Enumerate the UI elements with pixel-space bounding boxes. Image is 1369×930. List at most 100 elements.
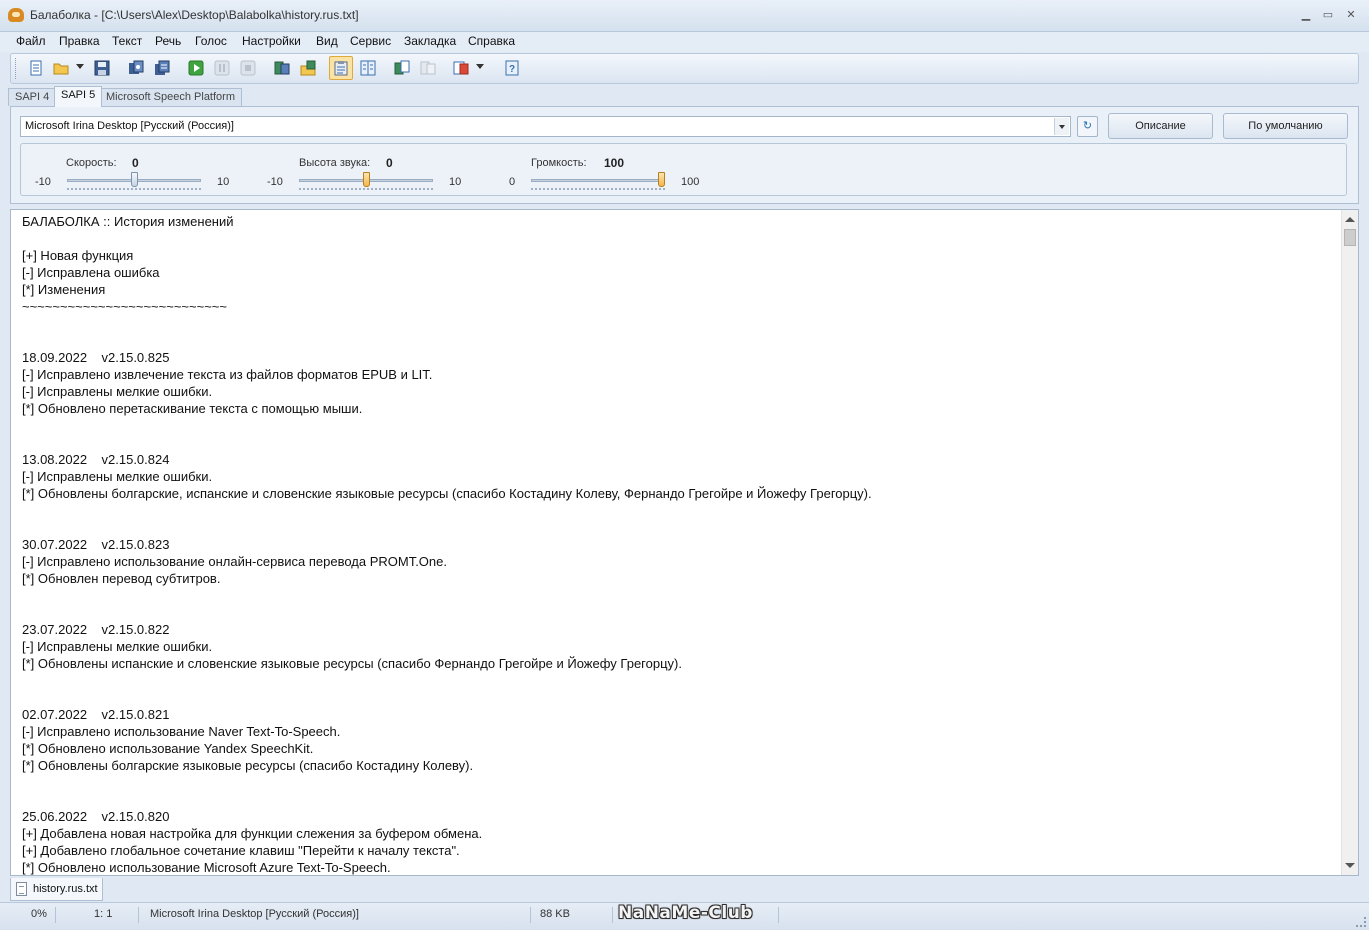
volume-label: Громкость: [531, 157, 587, 169]
text-line: [-] Исправлено извлечение текста из файл… [22, 367, 433, 382]
text-line: [*] Обновлен перевод субтитров. [22, 571, 221, 586]
window-title: Балаболка - [C:\Users\Alex\Desktop\Balab… [30, 8, 359, 22]
menu-text[interactable]: Текст [111, 34, 143, 48]
text-line: 23.07.2022 v2.15.0.822 [22, 622, 170, 637]
split-file-icon[interactable] [359, 59, 377, 77]
menu-bookmark[interactable]: Закладка [403, 34, 457, 48]
tab-speech-platform[interactable]: Microsoft Speech Platform [99, 88, 242, 106]
bookmark-dropdown-icon[interactable] [476, 64, 484, 69]
pause-icon[interactable] [213, 59, 231, 77]
text-line: ~~~~~~~~~~~~~~~~~~~~~~~~~~~ [22, 299, 227, 314]
bookmark-icon[interactable] [452, 59, 470, 77]
text-line: [-] Исправлены мелкие ошибки. [22, 384, 213, 399]
batch-convert-icon[interactable] [153, 59, 171, 77]
maximize-button[interactable]: ▭ [1319, 8, 1337, 22]
menu-help[interactable]: Справка [467, 34, 516, 48]
volume-slider-ticks [531, 188, 665, 191]
default-settings-button[interactable]: По умолчанию [1223, 113, 1348, 139]
menu-tools[interactable]: Сервис [349, 34, 392, 48]
status-separator [530, 907, 531, 923]
resize-grip-icon[interactable] [1356, 917, 1366, 927]
text-line: [-] Исправлена ошибка [22, 265, 160, 280]
menu-speech[interactable]: Речь [154, 34, 182, 48]
rate-min: -10 [35, 176, 51, 188]
voice-select-value: Microsoft Irina Desktop [Русский (Россия… [25, 120, 234, 132]
scroll-up-icon[interactable] [1345, 217, 1355, 222]
rate-max: 10 [217, 176, 230, 188]
scroll-down-icon[interactable] [1345, 863, 1355, 868]
app-logo-icon [8, 8, 24, 22]
close-button[interactable]: ✕ [1342, 8, 1360, 22]
save-audio-icon[interactable] [127, 59, 145, 77]
read-file-icon[interactable] [299, 59, 317, 77]
text-line: [+] Добавлена новая настройка для функци… [22, 826, 483, 841]
watch-clipboard-icon[interactable] [329, 56, 353, 80]
pitch-value: 0 [386, 156, 393, 170]
chevron-down-icon[interactable] [1054, 118, 1069, 135]
play-icon[interactable] [187, 59, 205, 77]
text-extract-icon[interactable] [393, 59, 411, 77]
status-bar: 0% 1: 1 Microsoft Irina Desktop [Русский… [0, 902, 1369, 930]
text-editor[interactable]: БАЛАБОЛКА :: История изменений[+] Новая … [10, 209, 1359, 876]
text-line: [-] Исправлены мелкие ошибки. [22, 639, 213, 654]
read-clipboard-icon[interactable] [273, 59, 291, 77]
status-separator [138, 907, 139, 923]
text-line: [*] Обновлено использование Yandex Speec… [22, 741, 314, 756]
status-voice: Microsoft Irina Desktop [Русский (Россия… [150, 908, 359, 920]
vertical-scrollbar[interactable] [1341, 210, 1358, 875]
scrollbar-thumb[interactable] [1344, 229, 1356, 246]
help-icon[interactable]: ? [503, 59, 521, 77]
text-line: [*] Обновлено использование Microsoft Az… [22, 860, 391, 875]
save-icon[interactable] [93, 59, 111, 77]
text-line [22, 332, 1332, 349]
menu-view[interactable]: Вид [315, 34, 339, 48]
volume-slider-track[interactable] [531, 179, 665, 182]
open-dropdown-icon[interactable] [76, 64, 84, 69]
text-line: [-] Исправлено использование онлайн-серв… [22, 554, 447, 569]
text-line: БАЛАБОЛКА :: История изменений [22, 214, 234, 229]
stop-icon[interactable] [239, 59, 257, 77]
text-line [22, 604, 1332, 621]
text-line [22, 774, 1332, 791]
rate-slider-thumb[interactable] [130, 172, 138, 187]
toolbar-grip[interactable] [15, 58, 18, 79]
text-line: [+] Новая функция [22, 248, 134, 263]
pitch-slider-ticks [299, 188, 433, 191]
volume-slider-thumb[interactable] [658, 172, 665, 187]
new-file-icon[interactable] [27, 59, 45, 77]
volume-max: 100 [681, 176, 700, 188]
watermark-logo: NaNaMe-Club [618, 903, 753, 923]
text-line: 02.07.2022 v2.15.0.821 [22, 707, 170, 722]
menu-file[interactable]: Файл [15, 34, 47, 48]
rate-label: Скорость: [66, 157, 117, 169]
status-file-size: 88 KB [540, 908, 570, 920]
open-folder-icon[interactable] [52, 59, 70, 77]
text-line: [*] Обновлены болгарские, испанские и сл… [22, 486, 872, 501]
voice-select[interactable]: Microsoft Irina Desktop [Русский (Россия… [20, 116, 1071, 137]
voice-parameters: Скорость: 0 -10 10 Высота звука: 0 -10 1… [20, 143, 1347, 196]
editor-content[interactable]: БАЛАБОЛКА :: История изменений[+] Новая … [22, 213, 1332, 875]
describe-voice-button[interactable]: Описание [1108, 113, 1213, 139]
text-line [22, 315, 1332, 332]
text-line: 25.06.2022 v2.15.0.820 [22, 809, 170, 824]
menu-settings[interactable]: Настройки [241, 34, 302, 48]
text-line [22, 502, 1332, 519]
text-line: [*] Изменения [22, 282, 106, 297]
text-line [22, 587, 1332, 604]
compare-icon[interactable] [419, 59, 437, 77]
menu-edit[interactable]: Правка [58, 34, 101, 48]
tab-sapi5[interactable]: SAPI 5 [54, 86, 103, 107]
toolbar: ? [10, 53, 1359, 84]
status-separator [612, 907, 613, 923]
refresh-voices-button[interactable]: ↻ [1077, 116, 1098, 137]
tab-sapi4[interactable]: SAPI 4 [8, 88, 57, 106]
document-tab[interactable]: history.rus.txt [10, 878, 103, 901]
menu-bar: Файл Правка Текст Речь Голос Настройки В… [0, 32, 1369, 52]
text-line [22, 791, 1332, 808]
menu-voice[interactable]: Голос [194, 34, 228, 48]
title-bar: Балаболка - [C:\Users\Alex\Desktop\Balab… [0, 0, 1369, 32]
pitch-slider-thumb[interactable] [362, 172, 370, 187]
text-line: [+] Добавлено глобальное сочетание клави… [22, 843, 460, 858]
pitch-label: Высота звука: [299, 157, 371, 169]
minimize-button[interactable]: ▁ [1297, 8, 1315, 22]
